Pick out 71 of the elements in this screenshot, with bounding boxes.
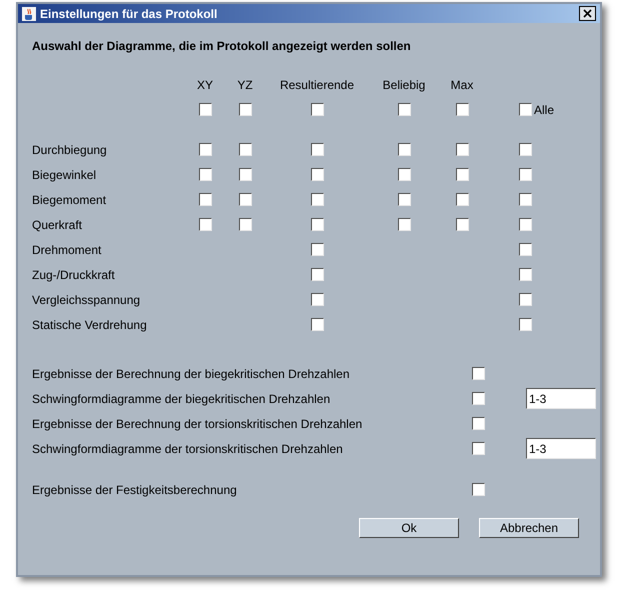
checkbox[interactable] [198,143,212,156]
row-label: Vergleichsspannung [32,292,140,308]
column-header: XY [196,76,213,94]
row-label: Drehmoment [32,242,102,258]
close-button[interactable] [579,6,596,21]
checkbox[interactable] [518,168,532,181]
row-label: Biegemoment [32,192,106,208]
checkbox[interactable] [518,268,532,281]
row-label: Durchbiegung [32,142,107,158]
option-label: Ergebnisse der Festigkeitsberechnung [32,482,237,498]
checkbox[interactable] [456,168,468,181]
checkbox[interactable] [310,193,324,206]
column-header: Beliebig [382,76,426,94]
checkbox[interactable] [238,143,252,156]
dialog-button[interactable]: Ok [359,518,459,538]
option-label: Schwingformdiagramme der torsionskritischen Drehzahlen [32,440,343,458]
checkbox[interactable] [472,483,484,496]
checkbox[interactable] [518,243,532,256]
checkbox[interactable] [472,442,484,455]
option-label: Ergebnisse der Berechnung der torsionskritischen Drehzahlen [32,416,362,432]
checkbox[interactable] [519,103,532,116]
checkbox[interactable] [518,318,532,331]
column-header: Resultierende [280,76,354,94]
checkbox[interactable] [456,103,468,116]
checkbox[interactable] [472,417,484,430]
section-heading: Auswahl der Diagramme, die im Protokoll angezeigt werden sollen [32,38,411,54]
checkbox[interactable] [310,218,324,231]
checkbox[interactable] [398,218,410,231]
row-label: Querkraft [32,216,82,234]
checkbox[interactable] [518,218,532,231]
checkbox[interactable] [456,193,468,206]
checkbox-label: Alle [534,102,554,118]
checkbox[interactable] [472,367,484,380]
checkbox[interactable] [518,293,532,306]
checkbox[interactable] [310,268,324,281]
window-title: Einstellungen für das Protokoll [40,6,218,22]
checkbox[interactable] [518,143,532,156]
checkbox[interactable] [472,392,484,405]
range-field[interactable]: 1-3 [526,438,596,459]
row-label: Biegewinkel [32,166,96,184]
row-label: Zug-/Druckkraft [32,266,115,284]
checkbox[interactable] [398,193,410,206]
checkbox[interactable] [310,318,324,331]
row-label: Statische Verdrehung [32,316,147,334]
checkbox[interactable] [198,193,212,206]
checkbox[interactable] [310,293,324,306]
checkbox[interactable] [198,103,212,116]
checkbox[interactable] [238,218,252,231]
checkbox[interactable] [310,243,324,256]
checkbox[interactable] [238,103,252,116]
checkbox[interactable] [310,168,324,181]
checkbox[interactable] [198,218,212,231]
checkbox[interactable] [518,193,532,206]
checkbox[interactable] [398,103,410,116]
checkbox[interactable] [238,168,252,181]
checkbox[interactable] [198,168,212,181]
cup-icon [22,6,36,20]
checkbox[interactable] [310,103,324,116]
checkbox[interactable] [238,193,252,206]
column-header: YZ [237,76,253,94]
option-label: Ergebnisse der Berechnung der biegekritischen Drehzahlen [32,366,350,382]
range-field[interactable]: 1-3 [526,388,596,409]
checkbox[interactable] [456,143,468,156]
checkbox[interactable] [398,143,410,156]
column-header: Max [450,76,474,94]
checkbox[interactable] [310,143,324,156]
option-label: Schwingformdiagramme der biegekritischen Drehzahlen [32,390,330,408]
dialog-button[interactable]: Abbrechen [479,518,579,538]
checkbox[interactable] [398,168,410,181]
checkbox[interactable] [456,218,468,231]
close-icon [583,9,592,18]
